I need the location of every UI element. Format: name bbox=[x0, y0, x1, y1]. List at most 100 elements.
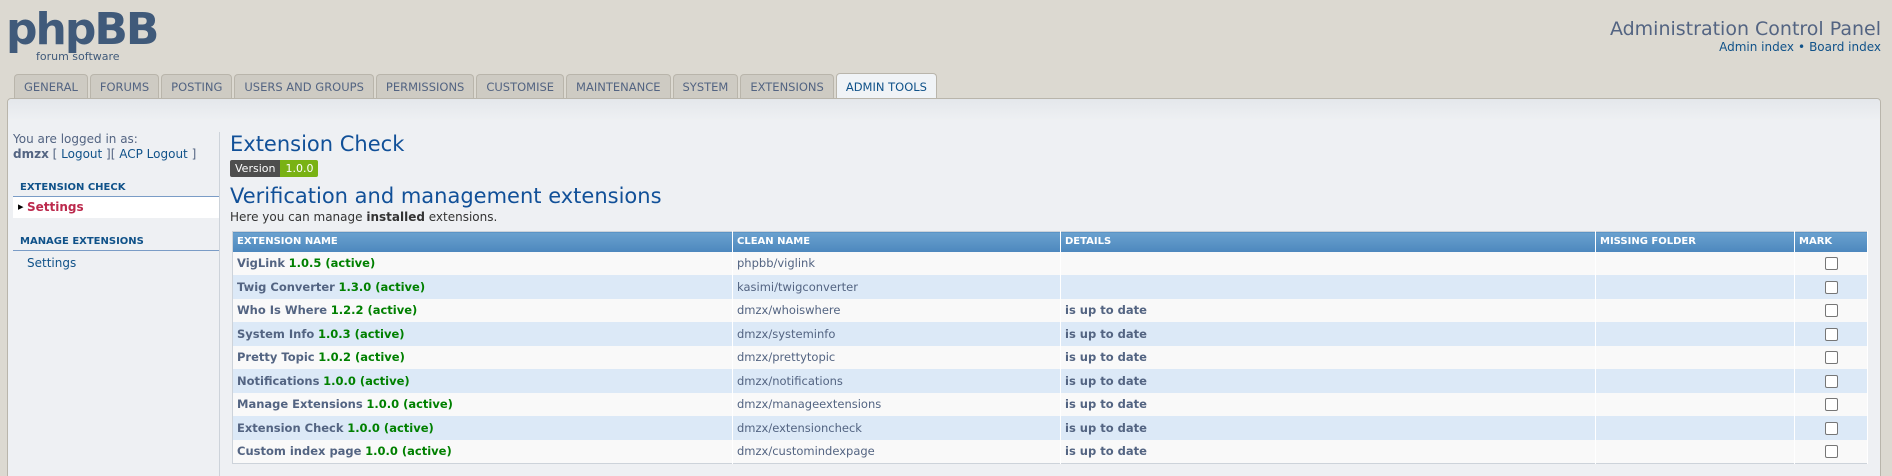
table-row: System Info 1.0.3 (active) dmzx/systeminf… bbox=[232, 322, 1868, 346]
link-separator: • bbox=[1798, 40, 1806, 54]
extension-name: Twig Converter bbox=[237, 279, 335, 294]
logo-text: phpBB bbox=[6, 6, 157, 55]
desc-suffix: extensions. bbox=[424, 210, 498, 224]
main-content: Extension Check Version 1.0.0 Verificatio… bbox=[230, 132, 1868, 464]
table-row: Who Is Where 1.2.2 (active) dmzx/whoiswhe… bbox=[232, 298, 1868, 322]
extension-name: Notifications bbox=[237, 373, 320, 388]
extension-name-cell: Twig Converter 1.3.0 (active) bbox=[232, 275, 733, 299]
table-row: Pretty Topic 1.0.2 (active) dmzx/prettyto… bbox=[232, 345, 1868, 369]
extension-name-cell: Pretty Topic 1.0.2 (active) bbox=[232, 345, 733, 369]
acp-logout-link[interactable]: ACP Logout bbox=[119, 147, 188, 161]
mark-checkbox[interactable] bbox=[1824, 280, 1838, 294]
extension-version: 1.0.0 (active) bbox=[347, 420, 434, 435]
col-clean-name: Clean name bbox=[732, 231, 1061, 252]
board-index-link[interactable]: Board index bbox=[1809, 40, 1881, 54]
tab-admin-tools[interactable]: Admin Tools bbox=[835, 73, 937, 99]
mark-cell bbox=[1794, 251, 1868, 275]
sidebar-header-manage-extensions: Manage Extensions bbox=[13, 236, 220, 251]
mark-checkbox[interactable] bbox=[1824, 304, 1838, 318]
table-header-row: Extension name Clean name Details Missin… bbox=[232, 231, 1868, 252]
extension-version: 1.0.0 (active) bbox=[323, 373, 410, 388]
details-cell: is up to date bbox=[1060, 369, 1596, 393]
extension-name-cell: VigLink 1.0.5 (active) bbox=[232, 251, 733, 275]
clean-name-cell: dmzx/systeminfo bbox=[732, 322, 1061, 346]
extension-name: Extension Check bbox=[237, 420, 344, 435]
clean-name-cell: dmzx/notifications bbox=[732, 369, 1061, 393]
col-mark: Mark bbox=[1794, 231, 1868, 252]
tab-permissions[interactable]: Permissions bbox=[375, 74, 475, 99]
username: dmzx bbox=[13, 147, 49, 161]
missing-folder-cell bbox=[1595, 439, 1795, 463]
sidebar-header-extension-check: Extension Check bbox=[13, 182, 220, 197]
mark-checkbox[interactable] bbox=[1824, 374, 1838, 388]
desc-prefix: Here you can manage bbox=[230, 210, 367, 224]
extension-name: Who Is Where bbox=[237, 303, 328, 318]
login-line: dmzx [ Logout ][ ACP Logout ] bbox=[13, 147, 197, 161]
missing-folder-cell bbox=[1595, 416, 1795, 440]
mark-cell bbox=[1794, 369, 1868, 393]
table-row: Manage Extensions 1.0.0 (active) dmzx/man… bbox=[232, 392, 1868, 416]
extension-name: Manage Extensions bbox=[237, 397, 363, 412]
version-number: 1.0.0 bbox=[280, 160, 319, 177]
sidebar: You are logged in as: dmzx [ Logout ][ A… bbox=[13, 132, 220, 274]
tab-forums[interactable]: Forums bbox=[89, 74, 160, 99]
missing-folder-cell bbox=[1595, 392, 1795, 416]
extension-name-cell: Extension Check 1.0.0 (active) bbox=[232, 416, 733, 440]
details-cell bbox=[1060, 251, 1596, 275]
tab-general[interactable]: General bbox=[14, 74, 88, 99]
mark-checkbox[interactable] bbox=[1824, 327, 1838, 341]
details-cell: is up to date bbox=[1060, 322, 1596, 346]
admin-index-link[interactable]: Admin index bbox=[1719, 40, 1794, 54]
logout-link[interactable]: Logout bbox=[61, 147, 102, 161]
phpbb-logo: phpBB forum software bbox=[6, 6, 159, 63]
extension-name-cell: Notifications 1.0.0 (active) bbox=[232, 369, 733, 393]
mark-cell bbox=[1794, 416, 1868, 440]
extensions-table-body: VigLink 1.0.5 (active) phpbb/viglink Twig … bbox=[232, 251, 1868, 463]
mark-checkbox[interactable] bbox=[1824, 257, 1838, 271]
details-cell: is up to date bbox=[1060, 416, 1596, 440]
missing-folder-cell bbox=[1595, 275, 1795, 299]
clean-name-cell: kasimi/twigconverter bbox=[732, 275, 1061, 299]
tab-maintenance[interactable]: Maintenance bbox=[566, 74, 671, 99]
details-cell: is up to date bbox=[1060, 392, 1596, 416]
mark-checkbox[interactable] bbox=[1824, 351, 1838, 365]
main-tabs: General Forums Posting Users and Groups … bbox=[14, 73, 937, 99]
mark-cell bbox=[1794, 275, 1868, 299]
clean-name-cell: dmzx/prettytopic bbox=[732, 345, 1061, 369]
table-row: VigLink 1.0.5 (active) phpbb/viglink bbox=[232, 251, 1868, 275]
tab-customise[interactable]: Customise bbox=[476, 74, 565, 99]
page-title: Extension Check bbox=[230, 132, 405, 156]
details-cell: is up to date bbox=[1060, 345, 1596, 369]
extension-version: 1.0.2 (active) bbox=[318, 350, 405, 365]
table-row: Twig Converter 1.3.0 (active) kasimi/twig… bbox=[232, 275, 1868, 299]
mark-checkbox[interactable] bbox=[1824, 398, 1838, 412]
content-divider bbox=[219, 132, 220, 476]
version-badge: Version 1.0.0 bbox=[230, 160, 319, 177]
tab-system[interactable]: System bbox=[672, 74, 739, 99]
extension-version: 1.0.3 (active) bbox=[317, 326, 405, 341]
extensions-table: Extension name Clean name Details Missin… bbox=[232, 231, 1868, 464]
extension-name: VigLink bbox=[237, 256, 285, 271]
tab-extensions[interactable]: Extensions bbox=[740, 74, 834, 99]
version-label: Version bbox=[230, 160, 281, 177]
col-extension-name: Extension name bbox=[232, 231, 733, 252]
tab-users-and-groups[interactable]: Users and Groups bbox=[234, 74, 374, 99]
details-cell bbox=[1060, 275, 1596, 299]
page-header-title: Administration Control Panel bbox=[1609, 18, 1881, 40]
panel-top-bar bbox=[8, 99, 1880, 121]
sidebar-item-manage-extensions-settings[interactable]: Settings bbox=[13, 253, 220, 274]
clean-name-cell: phpbb/viglink bbox=[732, 251, 1061, 275]
missing-folder-cell bbox=[1595, 251, 1795, 275]
col-details: Details bbox=[1060, 231, 1596, 252]
extension-name: System Info bbox=[237, 326, 315, 341]
mark-checkbox[interactable] bbox=[1824, 445, 1838, 458]
mark-checkbox[interactable] bbox=[1824, 421, 1838, 435]
sidebar-item-extension-check-settings[interactable]: Settings bbox=[13, 197, 220, 218]
details-cell: is up to date bbox=[1060, 439, 1596, 463]
logo-tagline: forum software bbox=[36, 50, 120, 63]
extension-version: 1.2.2 (active) bbox=[330, 303, 418, 318]
missing-folder-cell bbox=[1595, 369, 1795, 393]
col-missing-folder: Missing folder bbox=[1595, 231, 1795, 252]
missing-folder-cell bbox=[1595, 345, 1795, 369]
tab-posting[interactable]: Posting bbox=[161, 74, 233, 99]
